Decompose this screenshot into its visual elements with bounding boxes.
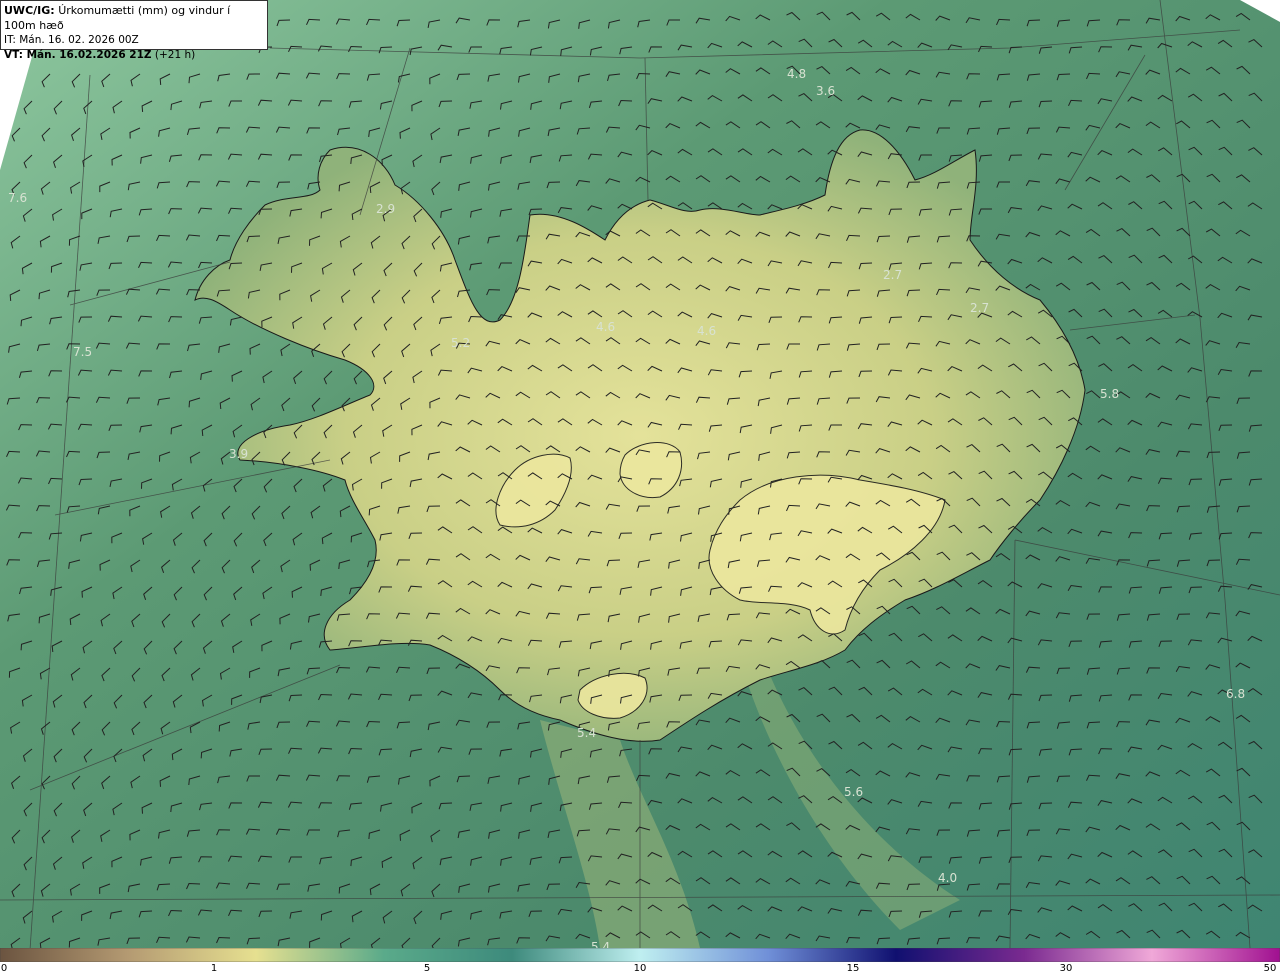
valid-time-value: VT: Mán. 16.02.2026 21Z	[4, 49, 152, 61]
forecast-map: 4.8 3.6 7.6 2.9 2.7 2.7 4.6 4.6 5.2 7.5 …	[0, 0, 1280, 948]
colorbar-tick: 1	[210, 963, 218, 974]
colorbar-tick: 30	[1059, 963, 1073, 974]
value-label: 5.8	[1100, 387, 1120, 401]
value-label: 3.9	[229, 447, 249, 461]
value-label: 7.5	[73, 345, 93, 359]
value-label: 4.8	[787, 67, 807, 81]
colorbar-tick: 15	[846, 963, 860, 974]
value-label: 6.8	[1226, 687, 1246, 701]
value-label: 4.6	[596, 320, 616, 334]
colorbar-tick: 5	[423, 963, 431, 974]
value-label: 2.9	[376, 202, 396, 216]
value-label: 5.4	[591, 940, 611, 948]
value-label: 4.0	[938, 871, 958, 885]
forecast-offset: (+21 h)	[154, 49, 196, 61]
value-label: 5.4	[577, 726, 597, 740]
value-label: 3.6	[816, 84, 836, 98]
value-label: 4.6	[697, 324, 717, 338]
title-prefix: UWC/IG:	[4, 4, 55, 17]
value-label: 7.6	[8, 191, 28, 205]
info-box: UWC/IG: Úrkomumætti (mm) og vindur í 100…	[0, 0, 268, 61]
value-label: 5.6	[844, 785, 864, 799]
map-title: UWC/IG: Úrkomumætti (mm) og vindur í 100…	[4, 3, 264, 33]
colorbar-tick: 50	[1263, 963, 1277, 974]
colorbar	[0, 948, 1280, 962]
issue-time: IT: Mán. 16. 02. 2026 00Z	[4, 34, 139, 46]
map-canvas	[0, 0, 1280, 948]
colorbar-tick: 0	[0, 963, 8, 974]
valid-time: VT: Mán. 16.02.2026 21Z (+21 h)	[4, 48, 264, 63]
value-label: 5.2	[451, 336, 471, 350]
colorbar-tick: 10	[633, 963, 647, 974]
value-label: 2.7	[883, 268, 903, 282]
colorbar-labels: 0 1 5 10 15 30 50	[0, 962, 1280, 978]
value-label: 2.7	[970, 301, 990, 315]
